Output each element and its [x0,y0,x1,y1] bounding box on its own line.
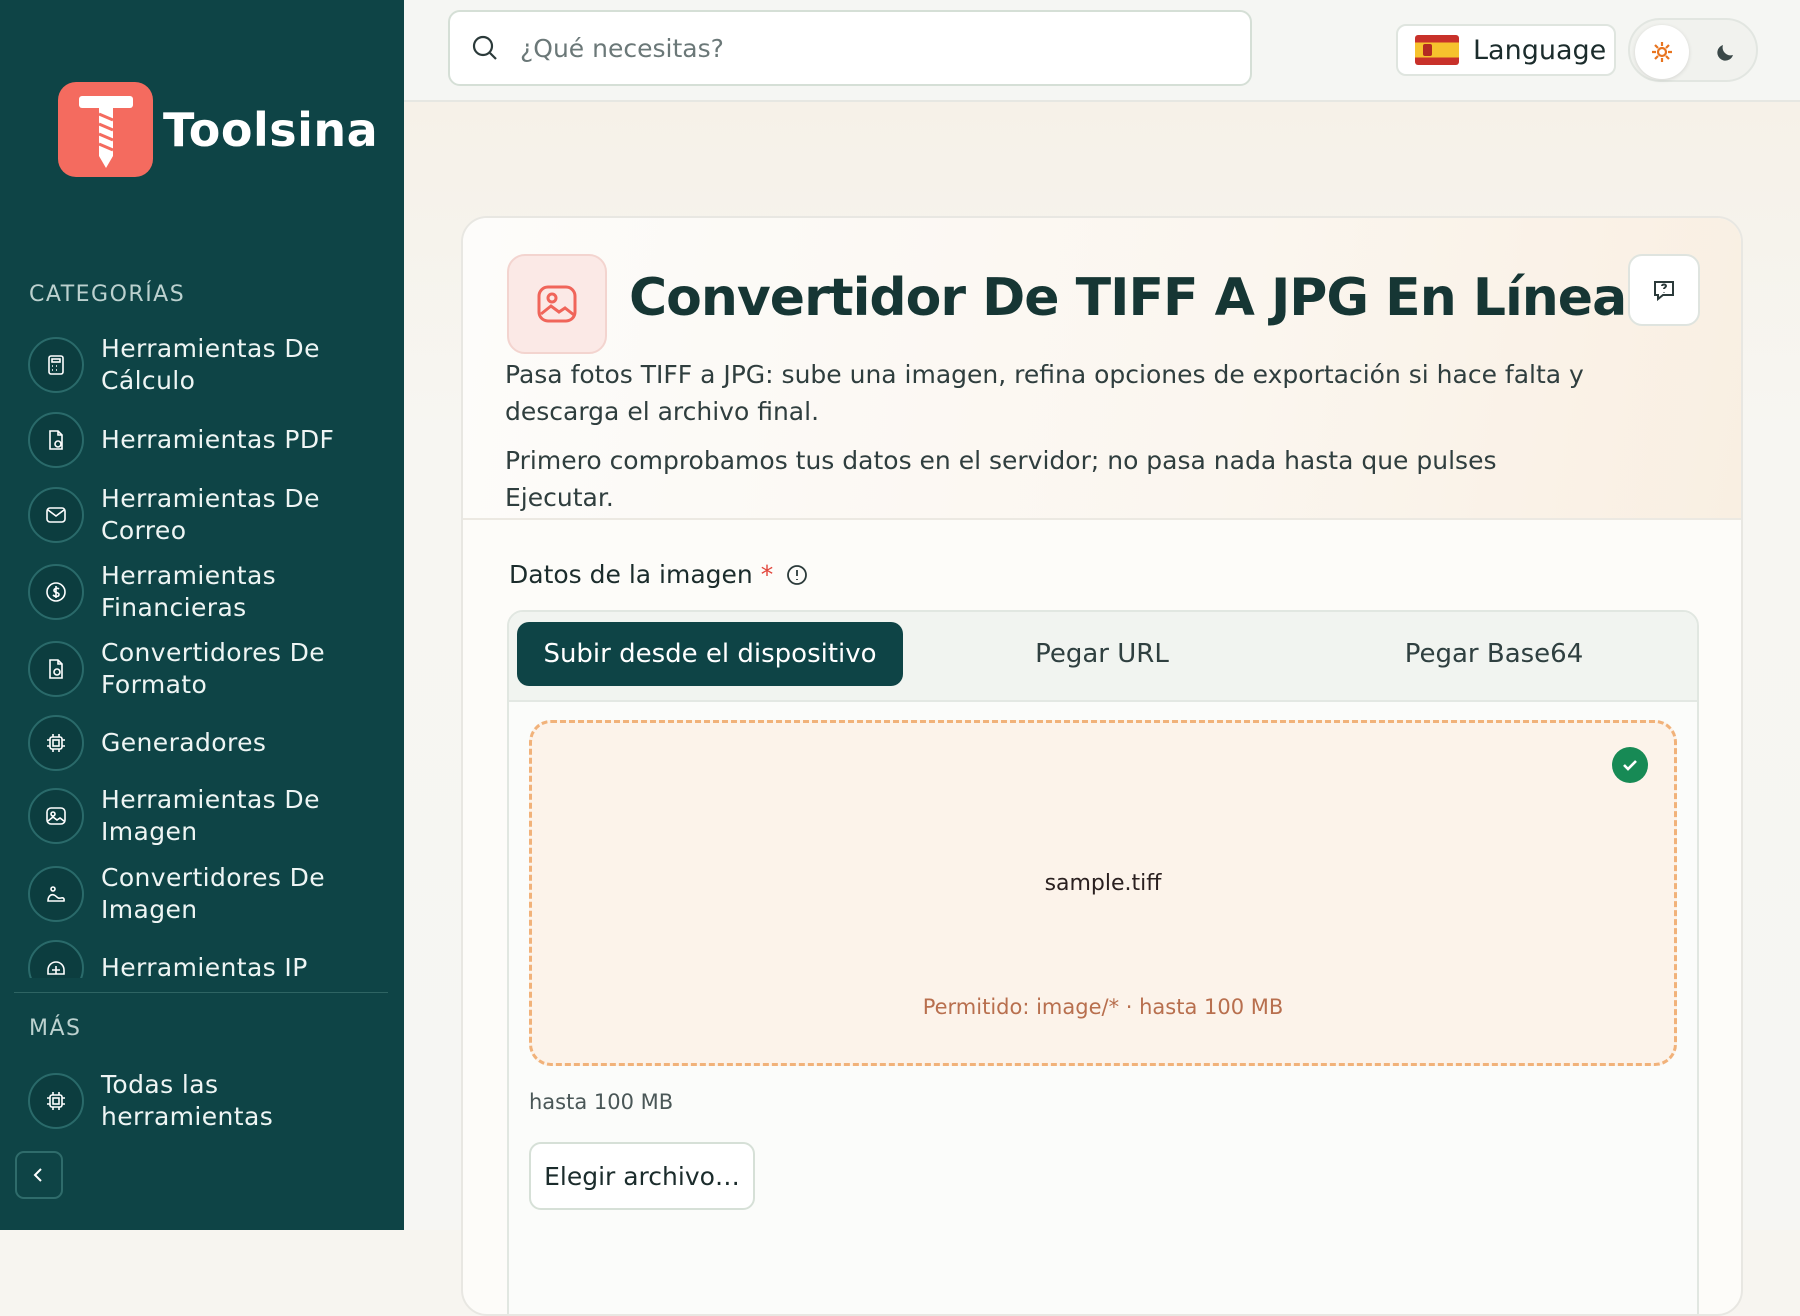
search-placeholder: ¿Qué necesitas? [520,33,724,63]
page-title: Convertidor De TIFF A JPG En Línea [629,268,1627,328]
allowed-types: Permitido: image/* · hasta 100 MB [922,995,1284,1019]
chevron-left-icon [33,1168,42,1182]
image-convert-icon [28,866,84,922]
search-input[interactable]: ¿Qué necesitas? [448,10,1252,86]
search-icon [470,33,500,63]
moon-icon[interactable] [1699,25,1753,79]
file-convert-icon [28,641,84,697]
tab-upload[interactable]: Subir desde el dispositivo [517,622,903,686]
sidebar-item-ip[interactable]: Herramientas IP [28,940,388,978]
mail-icon [28,487,84,543]
help-icon [1654,281,1674,302]
input-tabs: Subir desde el dispositivo Pegar URL Peg… [507,610,1699,1314]
sidebar-item-pdf[interactable]: Herramientas PDF [28,412,388,468]
sidebar: Toolsina CATEGORÍAS Herramientas De Cálc… [0,0,404,1230]
cpu-icon [28,1073,84,1129]
tool-header: Convertidor De TIFF A JPG En Línea Pasa … [463,218,1741,520]
field-label-text: Datos de la imagen [509,560,753,589]
more-heading: MÁS [29,1016,82,1041]
tool-card: Convertidor De TIFF A JPG En Línea Pasa … [461,216,1743,1316]
sidebar-item-label: Herramientas IP [101,953,308,978]
tabs-bar: Subir desde el dispositivo Pegar URL Peg… [509,612,1697,702]
tool-note: Primero comprobamos tus datos en el serv… [505,446,1497,512]
logo[interactable]: Toolsina [58,82,378,177]
brand-name: Toolsina [163,102,379,157]
network-icon [28,940,84,978]
tab-url[interactable]: Pegar URL [909,622,1295,686]
check-icon [1612,747,1648,783]
tool-description: Pasa fotos TIFF a JPG: sube una imagen, … [505,360,1584,426]
field-label: Datos de la imagen * [509,560,809,589]
dollar-icon [28,564,84,620]
info-icon[interactable] [785,563,809,587]
required-mark: * [760,560,774,589]
sidebar-item-generadores[interactable]: Generadores [28,715,388,771]
categories-heading: CATEGORÍAS [29,282,186,307]
sidebar-item-label: Herramientas Financieras [101,561,277,622]
sidebar-item-financieras[interactable]: Herramientas Financieras [28,560,388,624]
file-dropzone[interactable]: sample.tiff Permitido: image/* · hasta 1… [529,720,1677,1066]
sidebar-item-label: Herramientas PDF [101,425,335,454]
choose-file-button[interactable]: Elegir archivo… [529,1142,755,1210]
file-pdf-icon [28,412,84,468]
calculator-icon [28,337,84,393]
language-button[interactable]: Language [1396,24,1616,76]
size-note: hasta 100 MB [529,1090,674,1114]
sidebar-item-label: Convertidores De Imagen [101,863,326,924]
file-name: sample.tiff [1044,871,1162,896]
spain-flag-icon [1415,35,1459,65]
sidebar-item-label: Herramientas De Cálculo [101,334,320,395]
sidebar-divider [14,992,388,993]
sun-icon[interactable] [1635,25,1689,79]
sidebar-item-label: Herramientas De Correo [101,484,320,545]
sidebar-item-imagen[interactable]: Herramientas De Imagen [28,784,388,848]
sidebar-item-convertidores-imagen[interactable]: Convertidores De Imagen [28,862,388,926]
topbar: ¿Qué necesitas? Language [404,0,1800,102]
sidebar-item-correo[interactable]: Herramientas De Correo [28,483,388,547]
image-icon [507,254,607,354]
sidebar-item-convertidores-formato[interactable]: Convertidores De Formato [28,637,388,701]
sidebar-item-label: Convertidores De Formato [101,638,326,699]
theme-toggle[interactable] [1628,18,1758,82]
cpu-icon [28,715,84,771]
image-icon [28,788,84,844]
sidebar-item-calculo[interactable]: Herramientas De Cálculo [28,333,388,397]
collapse-sidebar-button[interactable] [15,1151,63,1199]
language-label: Language [1473,34,1607,66]
sidebar-item-label: Herramientas De Imagen [101,785,320,846]
sidebar-item-todas[interactable]: Todas las herramientas [28,1069,388,1133]
logo-mark-icon [58,82,153,177]
help-button[interactable] [1628,254,1700,326]
category-list: Herramientas De Cálculo Herramientas PDF… [28,333,388,978]
sidebar-item-label: Generadores [101,728,267,757]
tab-base64[interactable]: Pegar Base64 [1301,622,1687,686]
sidebar-item-label: Todas las herramientas [101,1070,274,1131]
